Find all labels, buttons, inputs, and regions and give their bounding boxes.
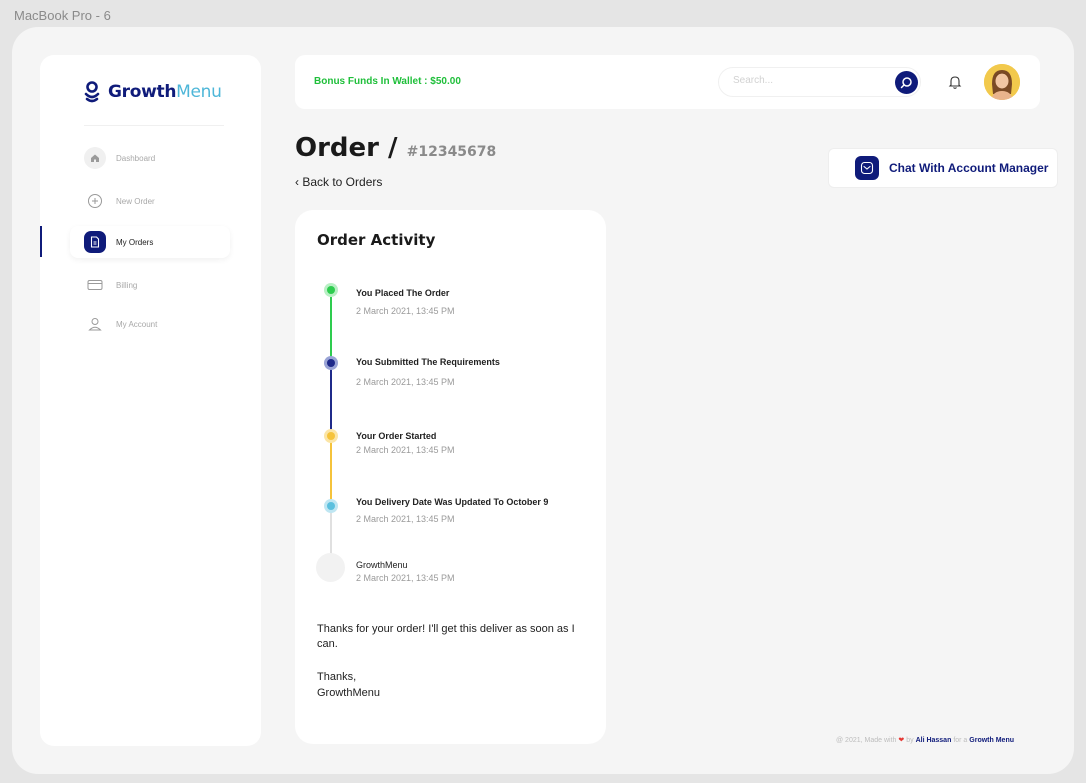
sidebar-item-label: New Order: [116, 196, 155, 206]
timeline-line: [330, 442, 332, 506]
event-title: You Delivery Date Was Updated To October…: [356, 497, 549, 507]
footer-credit: @ 2021, Made with ❤ by Ali Hassan for a …: [836, 737, 1014, 744]
timeline-dot: [324, 499, 338, 513]
order-activity-card: Order Activity You Placed The Order 2 Ma…: [295, 210, 606, 744]
brand-logo[interactable]: GrowthMenu: [84, 81, 222, 103]
divider: [84, 125, 224, 126]
order-id: #12345678: [406, 144, 497, 160]
event-date: 2 March 2021, 13:45 PM: [356, 573, 455, 583]
search-input[interactable]: [733, 75, 883, 86]
timeline-line: [330, 297, 332, 363]
search-box: [718, 67, 921, 97]
search-icon: [900, 77, 912, 89]
user-icon: [84, 313, 106, 335]
chat-icon: [855, 156, 879, 180]
sidebar-item-dashboard[interactable]: Dashboard: [70, 142, 230, 174]
company-link[interactable]: Growth Menu: [969, 737, 1014, 744]
plus-circle-icon: [84, 190, 106, 212]
top-bar: Bonus Funds In Wallet : $50.00: [295, 55, 1040, 109]
wallet-bonus-text: Bonus Funds In Wallet : $50.00: [314, 76, 461, 87]
brand-name: GrowthMenu: [108, 82, 222, 102]
event-title: Your Order Started: [356, 431, 437, 441]
sidebar-item-new-order[interactable]: New Order: [70, 185, 230, 217]
event-date: 2 March 2021, 13:45 PM: [356, 445, 455, 455]
logo-icon: [84, 81, 100, 103]
event-title: GrowthMenu: [356, 560, 408, 570]
message-signoff: Thanks, GrowthMenu: [317, 671, 380, 699]
order-message: Thanks for your order! I'll get this del…: [317, 623, 575, 650]
sidebar-item-label: Dashboard: [116, 153, 156, 163]
sidebar-item-my-orders[interactable]: My Orders: [70, 226, 230, 258]
timeline-dot: [324, 429, 338, 443]
active-indicator: [40, 226, 42, 257]
sidebar-item-label: My Account: [116, 319, 158, 329]
author-link[interactable]: Ali Hassan: [916, 737, 952, 744]
orders-icon: [84, 231, 106, 253]
chat-button-label: Chat With Account Manager: [889, 161, 1049, 175]
card-icon: [84, 274, 106, 296]
frame-label: MacBook Pro - 6: [14, 8, 111, 23]
chat-with-account-manager-button[interactable]: Chat With Account Manager: [828, 148, 1058, 188]
card-title: Order Activity: [317, 231, 436, 249]
timeline-line: [330, 369, 332, 434]
bell-icon[interactable]: [947, 74, 963, 90]
sidebar: GrowthMenu Dashboard New Order My Orders…: [40, 55, 261, 746]
timeline-dot: [324, 356, 338, 370]
event-date: 2 March 2021, 13:45 PM: [356, 514, 455, 524]
timeline-line: [330, 512, 332, 556]
event-title: You Submitted The Requirements: [356, 357, 500, 367]
sidebar-item-label: My Orders: [116, 237, 154, 247]
event-title: You Placed The Order: [356, 288, 450, 298]
sidebar-item-billing[interactable]: Billing: [70, 269, 230, 301]
search-button[interactable]: [895, 71, 918, 94]
event-date: 2 March 2021, 13:45 PM: [356, 377, 455, 387]
heart-icon: ❤: [898, 737, 905, 744]
event-date: 2 March 2021, 13:45 PM: [356, 306, 455, 316]
home-icon: [84, 147, 106, 169]
sidebar-item-my-account[interactable]: My Account: [70, 308, 230, 340]
avatar[interactable]: [984, 64, 1020, 100]
page-title: Order / #12345678: [295, 133, 497, 163]
timeline-dot: [316, 553, 345, 582]
timeline-dot: [324, 283, 338, 297]
back-to-orders-link[interactable]: ‹ Back to Orders: [295, 175, 382, 189]
sidebar-item-label: Billing: [116, 280, 138, 290]
